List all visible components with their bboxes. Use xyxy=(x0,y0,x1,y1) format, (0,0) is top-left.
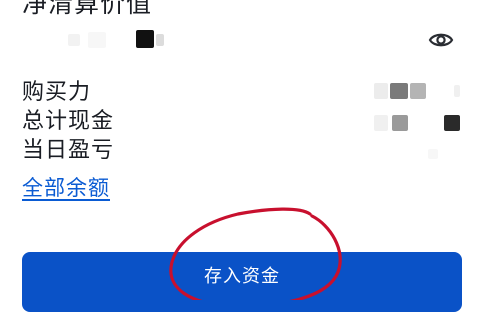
net-liquidation-value-masked xyxy=(60,28,170,52)
day-pnl-label: 当日盈亏 xyxy=(22,138,115,163)
buying-power-value-masked xyxy=(370,81,462,103)
total-cash-label: 总计现金 xyxy=(22,109,115,134)
day-pnl-value-masked xyxy=(370,143,462,165)
page-title: 净清算价值 xyxy=(22,0,153,18)
total-cash-value-masked xyxy=(370,113,462,135)
deposit-funds-button[interactable]: 存入资金 xyxy=(22,252,462,312)
eye-icon[interactable] xyxy=(428,29,454,51)
buying-power-label: 购买力 xyxy=(22,80,92,105)
deposit-funds-button-label: 存入资金 xyxy=(204,266,280,287)
all-balances-link[interactable]: 全部余额 xyxy=(22,174,110,202)
